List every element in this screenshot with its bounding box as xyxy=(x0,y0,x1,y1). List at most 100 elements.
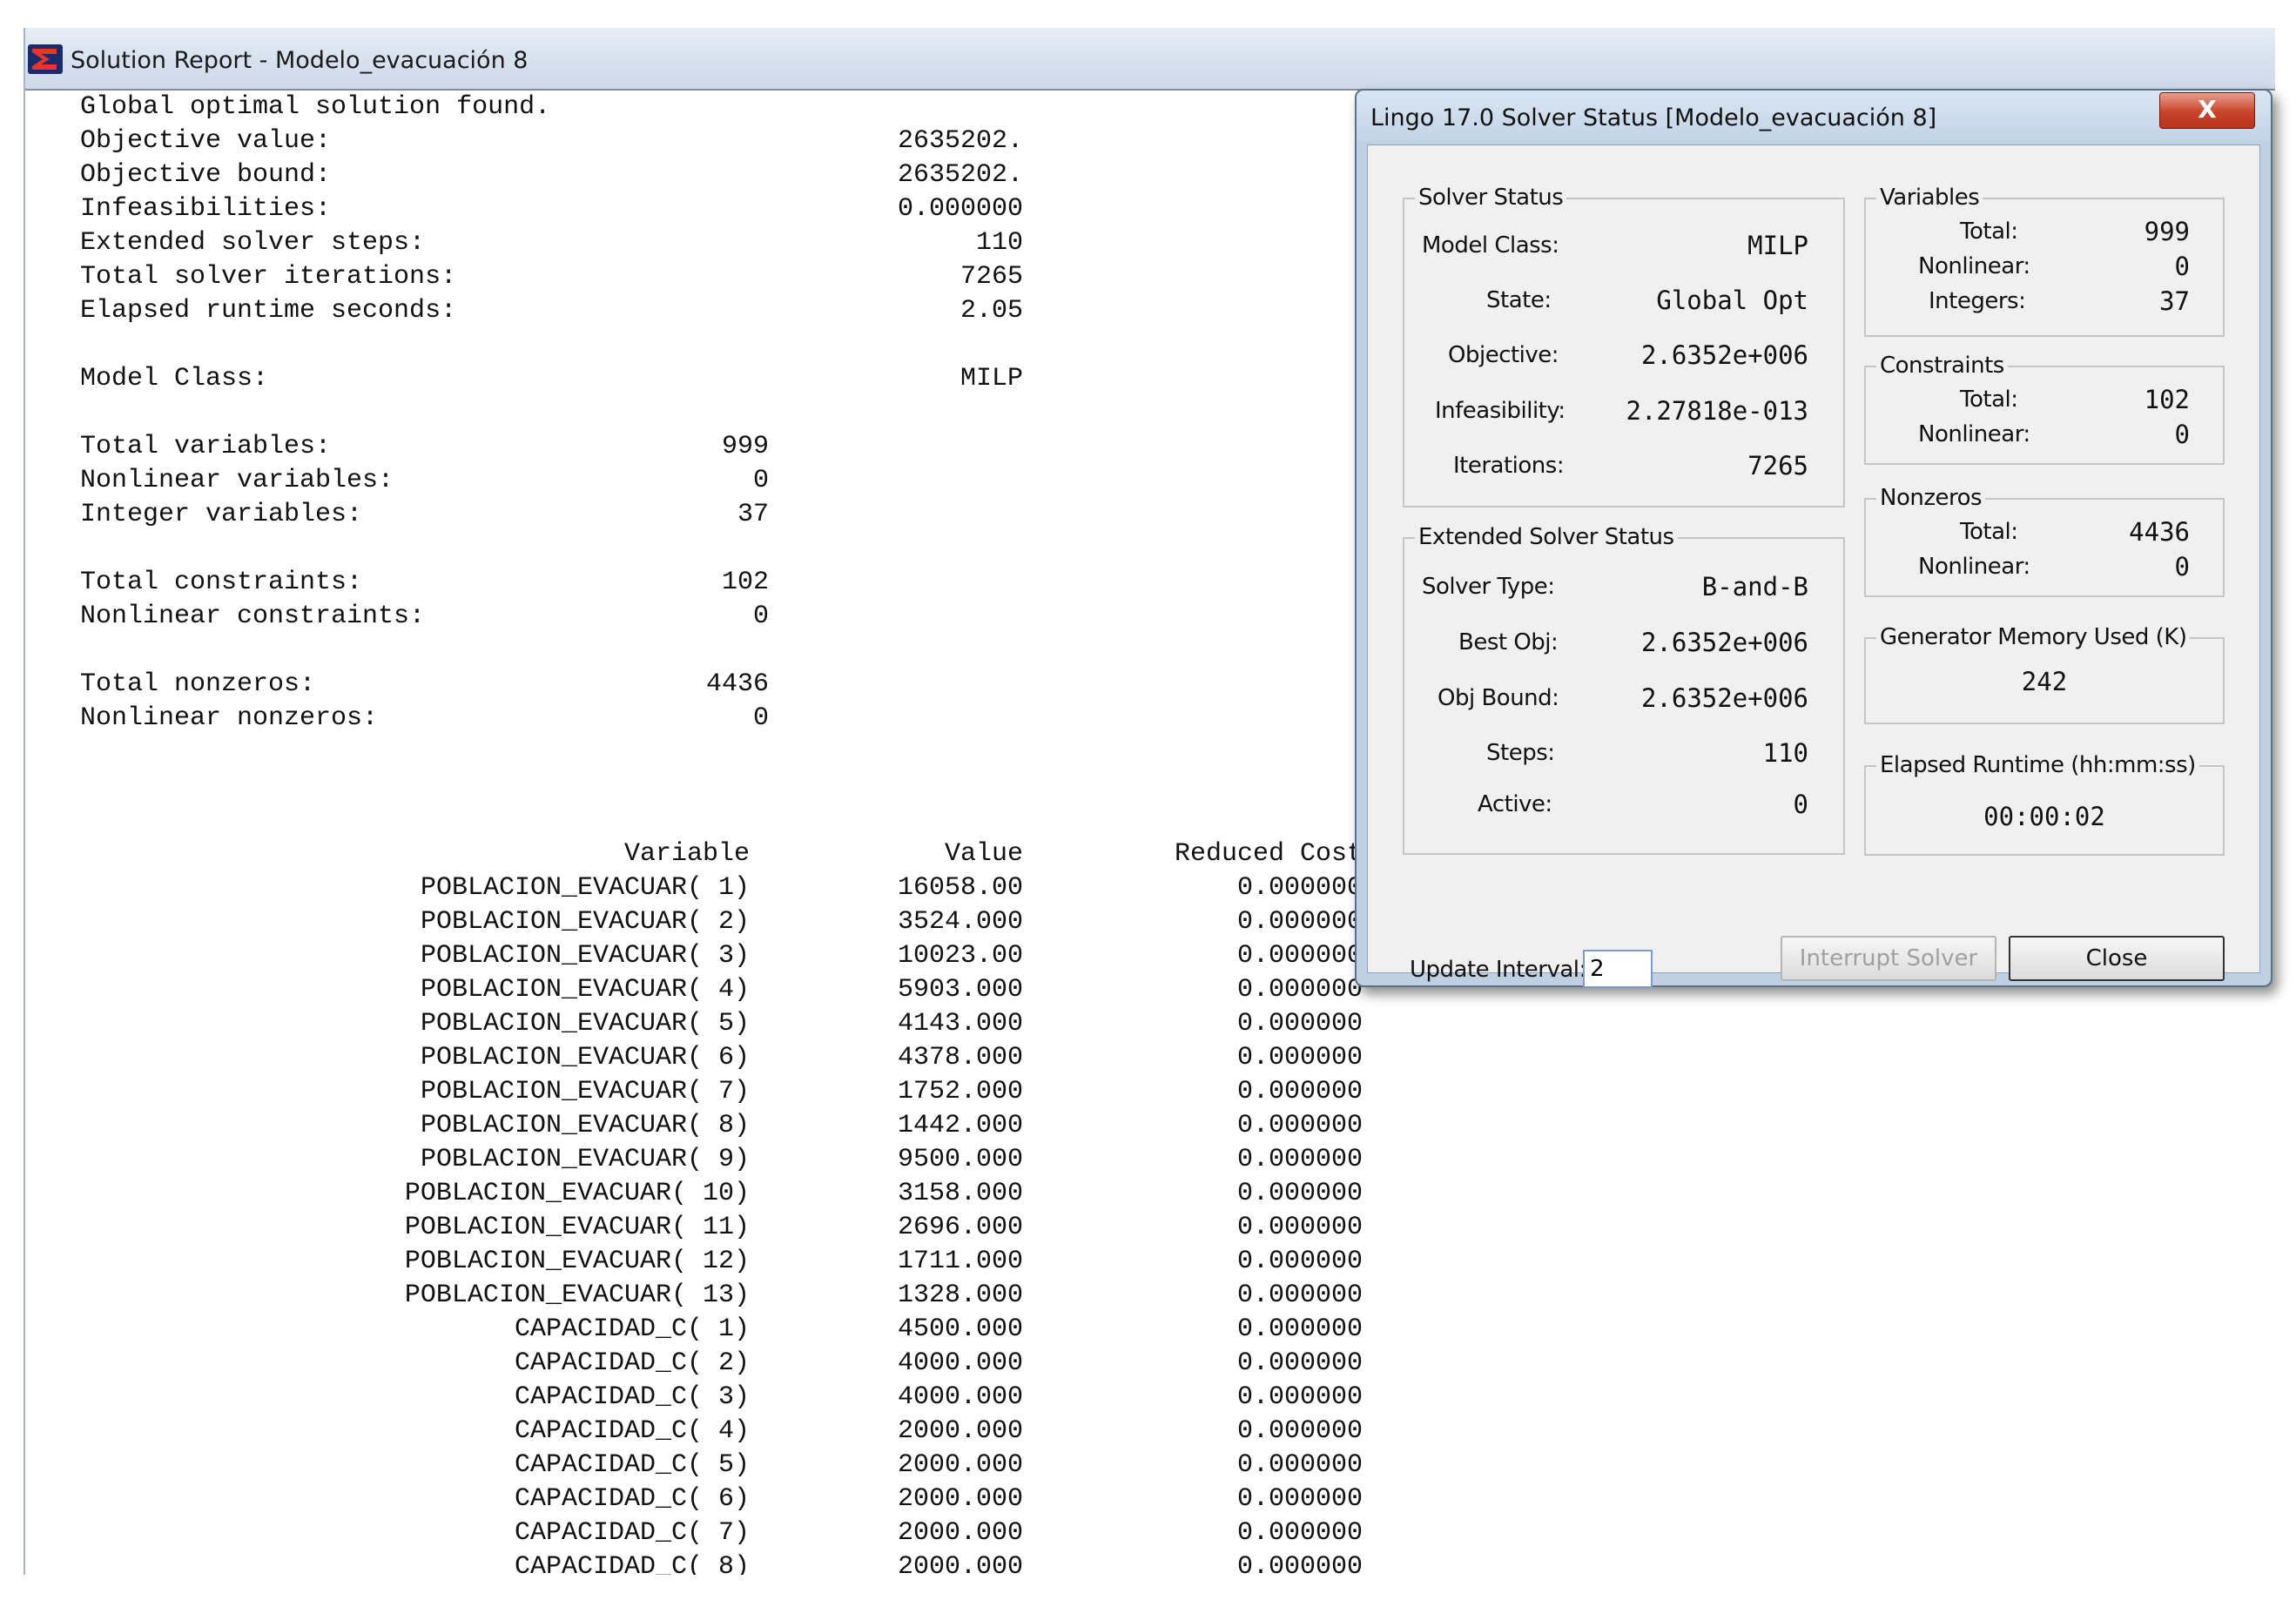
table-row-variable: POBLACION_EVACUAR( 10) xyxy=(404,1179,750,1208)
table-row-variable: POBLACION_EVACUAR( 6) xyxy=(420,1043,750,1072)
extended-solver-status-group: Extended Solver Status Solver Type: B-an… xyxy=(1403,524,1845,855)
table-row-value: 4500.000 xyxy=(897,1314,1023,1344)
model-class-value: MILP xyxy=(1747,231,1808,260)
table-row-reduced-cost: 0.000000 xyxy=(1236,1416,1363,1446)
table-row-reduced-cost: 0.000000 xyxy=(1236,907,1363,937)
variables-group: Variables Total: 999 Nonlinear: 0 Intege… xyxy=(1864,185,2225,337)
table-row-value: 4000.000 xyxy=(897,1348,1023,1378)
table-header-reduced-cost: Reduced Cost xyxy=(1174,839,1363,869)
generator-memory-value: 242 xyxy=(2021,667,2068,696)
solver-status-legend: Solver Status xyxy=(1415,185,1567,211)
solver-status-group: Solver Status Model Class: MILP State: G… xyxy=(1403,185,1845,508)
table-row-reduced-cost: 0.000000 xyxy=(1236,873,1363,903)
elapsed-runtime-value: 00:00:02 xyxy=(1983,802,2105,831)
iterations-value: 7265 xyxy=(1747,451,1808,481)
best-obj-label: Best Obj: xyxy=(1458,629,1559,655)
active-value: 0 xyxy=(1793,790,1808,819)
table-row-reduced-cost: 0.000000 xyxy=(1236,1009,1363,1039)
table-row-variable: CAPACIDAD_C( 4) xyxy=(514,1416,750,1446)
report-title: Solution Report - Modelo_evacuación 8 xyxy=(71,47,529,74)
update-interval-input[interactable] xyxy=(1583,950,1653,988)
model-class-label: Model Class: xyxy=(80,364,269,393)
constraints-total-value: 102 xyxy=(2144,385,2190,414)
solver-type-value: B-and-B xyxy=(1701,572,1808,602)
summary-label: Infeasibilities: xyxy=(80,194,332,224)
table-row-variable: POBLACION_EVACUAR( 13) xyxy=(404,1281,750,1310)
constraints-nonlinear-label: Nonlinear: xyxy=(1918,421,2030,447)
nonzeros-legend: Nonzeros xyxy=(1876,485,1986,511)
table-row-reduced-cost: 0.000000 xyxy=(1236,1450,1363,1480)
table-row-reduced-cost: 0.000000 xyxy=(1236,1281,1363,1310)
count-label: Integer variables: xyxy=(80,500,363,529)
table-row-reduced-cost: 0.000000 xyxy=(1236,1077,1363,1106)
report-titlebar[interactable]: Solution Report - Modelo_evacuación 8 xyxy=(25,28,2275,91)
best-obj-value: 2.6352e+006 xyxy=(1640,628,1808,657)
table-row-variable: CAPACIDAD_C( 3) xyxy=(514,1382,750,1412)
table-row-reduced-cost: 0.000000 xyxy=(1236,975,1363,1005)
table-row-reduced-cost: 0.000000 xyxy=(1236,1247,1363,1276)
summary-label: Elapsed runtime seconds: xyxy=(80,296,457,326)
summary-label: Objective bound: xyxy=(80,160,332,190)
close-x-icon[interactable]: X xyxy=(2159,92,2255,129)
table-row-value: 1442.000 xyxy=(897,1111,1023,1140)
table-row-value: 1711.000 xyxy=(897,1247,1023,1276)
table-row-variable: POBLACION_EVACUAR( 5) xyxy=(420,1009,750,1039)
count-label: Nonlinear variables: xyxy=(80,466,394,495)
constraints-total-label: Total: xyxy=(1960,387,2018,413)
count-value: 4436 xyxy=(705,669,769,699)
table-row-reduced-cost: 0.000000 xyxy=(1236,1111,1363,1140)
table-row-value: 1328.000 xyxy=(897,1281,1023,1310)
count-value: 37 xyxy=(737,500,769,529)
table-row-variable: POBLACION_EVACUAR( 4) xyxy=(420,975,750,1005)
count-label: Total constraints: xyxy=(80,568,363,597)
model-class-label: Model Class: xyxy=(1422,232,1559,259)
table-row-value: 2000.000 xyxy=(897,1450,1023,1480)
objective-value: 2.6352e+006 xyxy=(1640,340,1808,370)
table-row-reduced-cost: 0.000000 xyxy=(1236,1348,1363,1378)
summary-value: 2.05 xyxy=(959,296,1023,326)
table-header-value: Value xyxy=(944,839,1023,869)
table-row-value: 3524.000 xyxy=(897,907,1023,937)
table-row-value: 2000.000 xyxy=(897,1518,1023,1548)
state-value: Global Opt xyxy=(1656,286,1808,315)
table-row-reduced-cost: 0.000000 xyxy=(1236,941,1363,971)
summary-value: 2635202. xyxy=(897,126,1023,156)
table-row-variable: POBLACION_EVACUAR( 11) xyxy=(404,1213,750,1242)
count-value: 0 xyxy=(752,466,769,495)
obj-bound-label: Obj Bound: xyxy=(1438,685,1559,711)
dialog-titlebar[interactable]: Lingo 17.0 Solver Status [Modelo_evacuac… xyxy=(1357,91,2271,141)
nonzeros-total-label: Total: xyxy=(1960,519,2018,545)
summary-label: Extended solver steps: xyxy=(80,228,426,258)
table-row-variable: POBLACION_EVACUAR( 7) xyxy=(420,1077,750,1106)
table-row-variable: CAPACIDAD_C( 2) xyxy=(514,1348,750,1378)
infeasibility-value: 2.27818e-013 xyxy=(1626,396,1808,426)
state-label: State: xyxy=(1486,287,1552,313)
table-row-variable: POBLACION_EVACUAR( 9) xyxy=(420,1145,750,1174)
close-button[interactable]: Close xyxy=(2009,936,2225,981)
iterations-label: Iterations: xyxy=(1453,453,1565,479)
table-row-value: 2000.000 xyxy=(897,1552,1023,1575)
constraints-group: Constraints Total: 102 Nonlinear: 0 xyxy=(1864,353,2225,465)
objective-label: Objective: xyxy=(1448,342,1559,368)
table-row-value: 4143.000 xyxy=(897,1009,1023,1039)
count-label: Nonlinear constraints: xyxy=(80,602,426,631)
interrupt-solver-button[interactable]: Interrupt Solver xyxy=(1781,936,1996,981)
constraints-nonlinear-value: 0 xyxy=(2174,420,2190,449)
variables-legend: Variables xyxy=(1876,185,1983,211)
table-row-reduced-cost: 0.000000 xyxy=(1236,1484,1363,1514)
variables-integers-value: 37 xyxy=(2159,286,2190,316)
count-label: Total nonzeros: xyxy=(80,669,316,699)
table-row-variable: CAPACIDAD_C( 1) xyxy=(514,1314,750,1344)
table-row-value: 3158.000 xyxy=(897,1179,1023,1208)
table-row-variable: POBLACION_EVACUAR( 2) xyxy=(420,907,750,937)
extended-status-legend: Extended Solver Status xyxy=(1415,524,1678,550)
model-class-value: MILP xyxy=(959,364,1023,393)
update-interval-label: Update Interval: xyxy=(1410,957,1586,983)
solver-type-label: Solver Type: xyxy=(1422,574,1555,600)
table-row-reduced-cost: 0.000000 xyxy=(1236,1043,1363,1072)
table-row-reduced-cost: 0.000000 xyxy=(1236,1314,1363,1344)
steps-label: Steps: xyxy=(1486,740,1555,766)
nonzeros-group: Nonzeros Total: 4436 Nonlinear: 0 xyxy=(1864,485,2225,597)
table-row-value: 2000.000 xyxy=(897,1416,1023,1446)
generator-memory-group: Generator Memory Used (K) 242 xyxy=(1864,624,2225,724)
